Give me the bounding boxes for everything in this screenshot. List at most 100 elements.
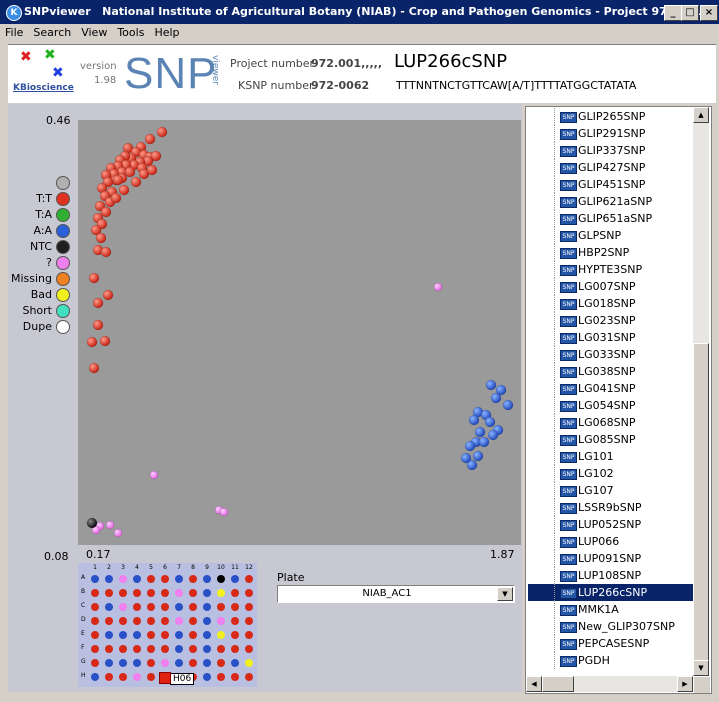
plate-well[interactable] [105,645,113,653]
plate-well[interactable] [147,589,155,597]
plate-well[interactable] [245,589,253,597]
minimize-icon[interactable]: _ [664,5,682,21]
menu-tools[interactable]: Tools [112,24,149,39]
plate-well[interactable] [161,603,169,611]
data-point[interactable] [478,436,490,448]
plate-well[interactable] [175,603,183,611]
plate-well[interactable] [189,659,197,667]
plate-well[interactable] [189,575,197,583]
data-point[interactable] [485,379,497,391]
data-point[interactable] [110,192,122,204]
menu-file[interactable]: File [0,24,28,39]
snp-list[interactable]: SNP GLIP265SNP SNP GLIP291SNP SNP GLIP337SNP S… [525,106,712,694]
plate-well[interactable] [105,673,113,681]
plate-well[interactable] [203,617,211,625]
plate-well[interactable] [217,589,225,597]
snp-list-item[interactable]: SNP LG038SNP [528,363,694,380]
scroll-left-icon[interactable]: ◀ [526,676,542,692]
plate-well[interactable] [133,617,141,625]
plate-well[interactable] [91,645,99,653]
data-point[interactable] [130,176,142,188]
plate-well[interactable] [161,575,169,583]
data-point[interactable] [88,272,100,284]
plate-well[interactable] [133,603,141,611]
plate-well[interactable] [105,603,113,611]
snp-list-item[interactable]: SNP GLIP265SNP [528,108,694,125]
data-point[interactable] [490,392,502,404]
data-point[interactable] [144,133,156,145]
plate-well[interactable] [161,659,169,667]
plate-well[interactable] [119,575,127,583]
horizontal-scrollbar[interactable]: ◀ ▶ [526,676,693,692]
plate-well[interactable] [189,589,197,597]
data-point[interactable] [92,319,104,331]
snp-list-item[interactable]: SNP LUP052SNP [528,516,694,533]
plate-well[interactable] [133,589,141,597]
plate-well[interactable] [91,617,99,625]
plate-well[interactable] [217,603,225,611]
snp-list-item[interactable]: SNP LG018SNP [528,295,694,312]
data-point[interactable] [474,426,486,438]
snp-list-item[interactable]: SNP LG031SNP [528,329,694,346]
snp-list-item[interactable]: SNP GLIP337SNP [528,142,694,159]
data-point[interactable] [124,166,136,178]
plate-well[interactable] [105,575,113,583]
plate-well[interactable] [147,645,155,653]
plate-well[interactable] [119,673,127,681]
data-point[interactable] [156,126,168,138]
plate-well[interactable] [91,673,99,681]
data-point[interactable] [95,232,107,244]
data-point[interactable] [502,399,514,411]
plate-well[interactable] [91,659,99,667]
snp-list-item[interactable]: SNP PEPCASESNP [528,635,694,652]
vertical-scrollbar[interactable]: ▲ ▼ [693,107,709,676]
data-point[interactable] [100,246,112,258]
snp-list-item[interactable]: SNP GLIP291SNP [528,125,694,142]
data-point[interactable] [86,517,98,529]
snp-list-item[interactable]: SNP LUP066 [528,533,694,550]
plate-well[interactable] [147,673,155,681]
snp-list-item[interactable]: SNP LG023SNP [528,312,694,329]
plate-well[interactable] [203,589,211,597]
scroll-down-icon[interactable]: ▼ [693,660,709,676]
plate-well[interactable] [175,659,183,667]
plate-well[interactable] [147,575,155,583]
plate-well[interactable] [175,575,183,583]
plate-well[interactable] [119,631,127,639]
plate-well[interactable] [245,617,253,625]
hscroll-thumb[interactable] [542,676,574,692]
snp-list-item[interactable]: SNP LUP091SNP [528,550,694,567]
plate-well[interactable] [105,617,113,625]
plate-well[interactable] [217,673,225,681]
data-point[interactable] [99,335,111,347]
data-point[interactable] [149,470,159,480]
plate-well[interactable] [231,617,239,625]
snp-list-item[interactable]: SNP GLIP427SNP [528,159,694,176]
plate-well[interactable] [231,603,239,611]
plate-well[interactable] [189,603,197,611]
data-point[interactable] [460,452,472,464]
plate-well[interactable] [245,575,253,583]
plate-well[interactable] [203,645,211,653]
plate-well[interactable] [245,673,253,681]
close-icon[interactable]: × [700,5,718,21]
plate-well[interactable] [231,673,239,681]
plate-well[interactable] [175,631,183,639]
plate-well[interactable] [91,603,99,611]
data-point[interactable] [113,528,123,538]
data-point[interactable] [146,164,158,176]
data-point[interactable] [484,416,496,428]
plate-well[interactable] [189,617,197,625]
plate-well[interactable] [231,659,239,667]
plate-well[interactable] [231,575,239,583]
data-point[interactable] [86,336,98,348]
data-point[interactable] [88,362,100,374]
scatter-plot[interactable] [78,120,521,545]
plate-well[interactable] [175,645,183,653]
plate-well[interactable] [203,631,211,639]
snp-list-item[interactable]: SNP New_GLIP307SNP [528,618,694,635]
plate-well[interactable] [119,645,127,653]
plate-well[interactable] [91,631,99,639]
plate-well[interactable] [231,645,239,653]
scroll-thumb[interactable] [693,343,709,675]
